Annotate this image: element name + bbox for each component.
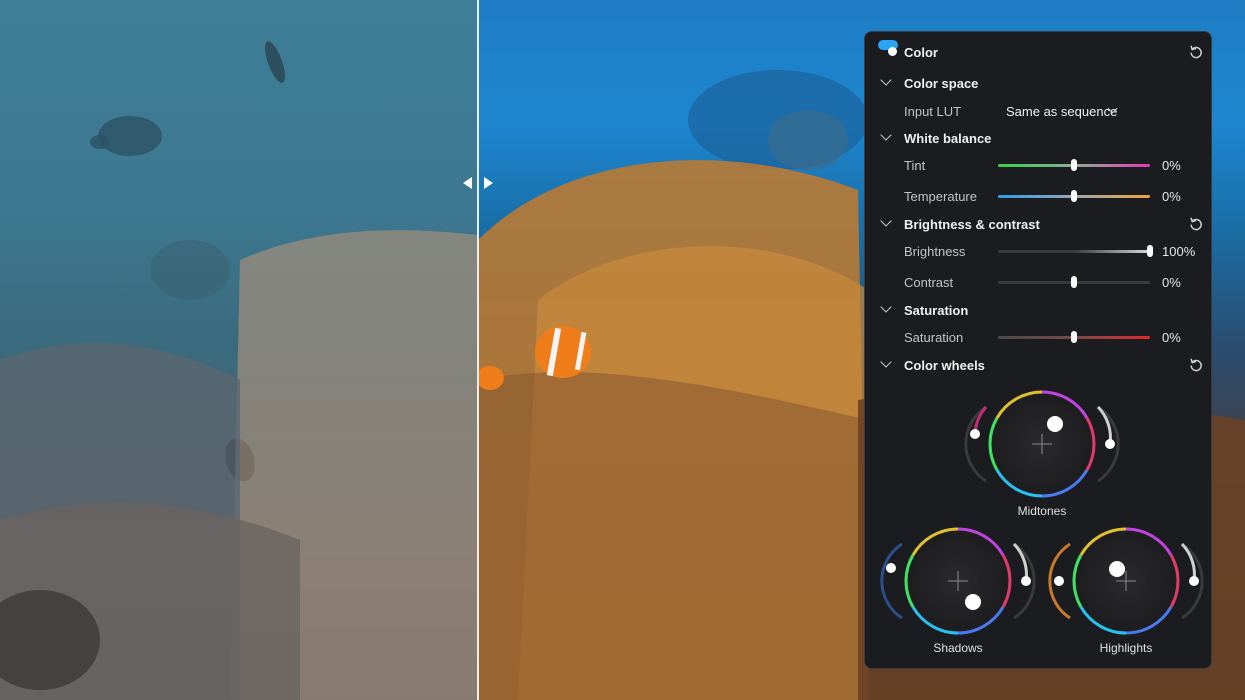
midtones-label: Midtones <box>1017 504 1067 518</box>
shadows-wheel-handle[interactable] <box>965 594 981 610</box>
highlights-wheel[interactable] <box>1072 527 1180 635</box>
split-handle-left-icon[interactable] <box>463 177 472 189</box>
shadows-left-arc-handle[interactable] <box>886 563 896 573</box>
highlights-label: Highlights <box>1099 641 1153 655</box>
split-divider[interactable] <box>477 0 479 700</box>
midtones-right-arc-handle[interactable] <box>1105 439 1115 449</box>
color-wheels-area <box>880 390 1204 635</box>
midtones-wheel[interactable] <box>988 390 1096 498</box>
midtones-wheel-handle[interactable] <box>1047 416 1063 432</box>
shadows-left-arc[interactable] <box>880 542 903 620</box>
before-image-reef <box>0 41 478 700</box>
midtones-left-arc[interactable] <box>964 405 987 483</box>
shadows-label: Shadows <box>933 641 983 655</box>
split-handle-right-icon[interactable] <box>484 177 493 189</box>
midtones-left-arc-handle[interactable] <box>970 429 980 439</box>
highlights-wheel-handle[interactable] <box>1109 561 1125 577</box>
color-panel: Color Color space Input LUT Same as sequ… <box>864 31 1212 669</box>
shadows-wheel[interactable] <box>904 527 1012 635</box>
shadows-right-arc-handle[interactable] <box>1021 576 1031 586</box>
highlights-left-arc-handle[interactable] <box>1054 576 1064 586</box>
highlights-right-arc-handle[interactable] <box>1189 576 1199 586</box>
